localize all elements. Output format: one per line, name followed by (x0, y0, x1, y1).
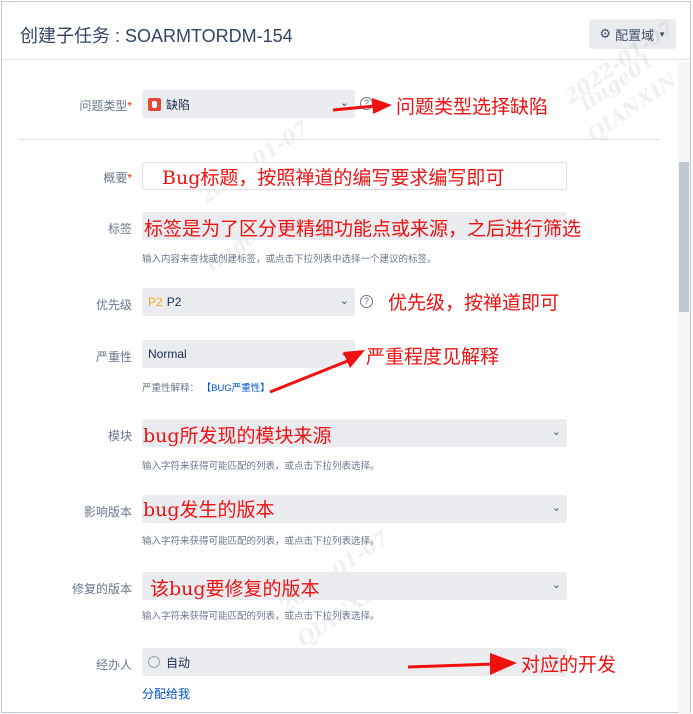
dialog-header: 创建子任务 : SOARMTORDM-154 ⚙ 配置域 ▼ (2, 2, 690, 60)
assign-to-me-link[interactable]: 分配给我 (142, 685, 190, 702)
chevron-down-icon: ⌄ (551, 502, 561, 514)
chevron-down-icon: ⌄ (551, 426, 561, 438)
severity-select[interactable]: Normal ⌄ (142, 340, 355, 368)
annotation: 该bug要修复的版本 (150, 578, 320, 600)
annotation: bug发生的版本 (143, 499, 275, 521)
chevron-down-icon: ⌄ (551, 579, 561, 591)
annotation: 问题类型选择缺陷 (396, 96, 549, 118)
bug-icon (148, 97, 161, 111)
dialog-title: 创建子任务 : SOARMTORDM-154 (20, 26, 293, 46)
chevron-down-icon: ⌄ (339, 347, 349, 359)
annotation: Bug标题，按照禅道的编写要求编写即可 (162, 167, 505, 189)
issue-type-label: 问题类型* (79, 99, 132, 113)
module-label: 模块 (107, 429, 132, 443)
issue-type-select[interactable]: 缺陷 ⌄ (142, 90, 355, 118)
priority-badge: P2 (148, 295, 163, 309)
scrollbar-thumb[interactable] (679, 162, 689, 312)
annotation: 标签是为了区分更精细功能点或来源，之后进行筛选 (144, 218, 582, 240)
labels-label: 标签 (107, 222, 132, 236)
gear-icon: ⚙ (599, 26, 612, 41)
labels-hint: 输入内容来查找或创建标签，或点击下拉列表中选择一个建议的标签。 (142, 254, 437, 265)
annotation: 对应的开发 (521, 654, 617, 676)
fix-version-label: 修复的版本 (71, 582, 132, 596)
chevron-down-icon: ⌄ (339, 295, 349, 307)
priority-select[interactable]: P2 P2 ⌄ (142, 288, 355, 316)
assignee-select[interactable]: 自动 ⌄ (142, 648, 567, 676)
issue-type-value: 缺陷 (166, 97, 191, 112)
bug-severity-link[interactable]: 【BUG严重性】 (202, 383, 270, 394)
summary-label: 概要* (103, 171, 132, 185)
help-icon[interactable]: ? (360, 295, 373, 308)
help-icon[interactable]: ? (360, 97, 373, 110)
annotation: 严重程度见解释 (366, 346, 500, 368)
annotation: bug所发现的模块来源 (143, 425, 332, 447)
severity-value: Normal (148, 347, 187, 361)
affects-version-label: 影响版本 (83, 505, 132, 519)
affects-version-hint: 输入字符来获得可能匹配的列表，或点击下拉列表选择。 (142, 536, 380, 547)
fix-version-hint: 输入字符来获得可能匹配的列表，或点击下拉列表选择。 (142, 611, 380, 622)
priority-label: 优先级 (95, 298, 132, 312)
scrollbar[interactable] (678, 62, 690, 714)
divider (18, 139, 660, 140)
assignee-label: 经办人 (95, 658, 132, 672)
severity-hint: 严重性解释： 【BUG严重性】 (142, 383, 270, 394)
priority-value: P2 (166, 295, 182, 309)
avatar-icon (148, 656, 160, 668)
module-hint: 输入字符来获得可能匹配的列表，或点击下拉列表选择。 (142, 461, 380, 472)
assignee-value: 自动 (166, 655, 191, 670)
severity-label: 严重性 (95, 350, 132, 364)
annotation: 优先级，按禅道即可 (388, 292, 560, 314)
chevron-down-icon: ⌄ (339, 97, 349, 109)
